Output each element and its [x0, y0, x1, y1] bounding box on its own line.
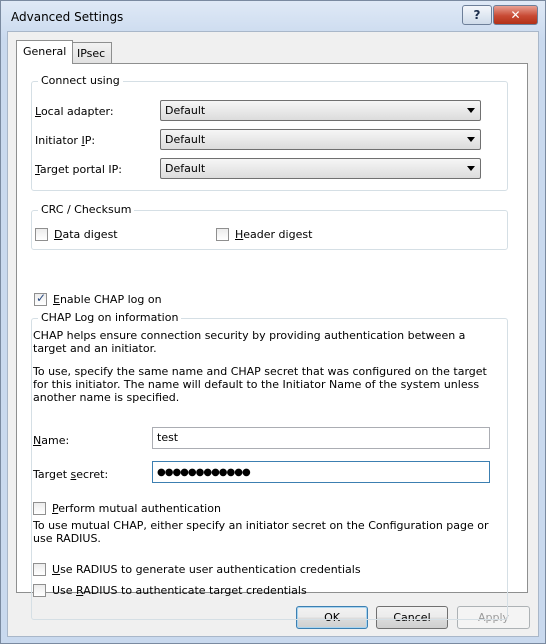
- target-portal-ip-label: Target portal IP:: [35, 163, 122, 176]
- name-label: Name:: [33, 434, 70, 447]
- header-digest-checkbox[interactable]: [216, 228, 229, 241]
- initiator-ip-label: Initiator IP:: [35, 134, 96, 147]
- close-button[interactable]: ✕: [493, 5, 538, 25]
- help-button[interactable]: ?: [462, 5, 492, 25]
- header-digest-label[interactable]: Header digest: [235, 228, 312, 241]
- chap-info-title: CHAP Log on information: [38, 311, 182, 324]
- dialog-client-area: General IPsec Connect using Local adapte…: [7, 31, 539, 637]
- radius-target-label[interactable]: Use RADIUS to authenticate target creden…: [52, 584, 307, 597]
- data-digest-checkbox[interactable]: [35, 228, 48, 241]
- initiator-ip-value: Default: [165, 133, 206, 146]
- target-portal-ip-dropdown[interactable]: Default: [160, 158, 481, 179]
- name-input[interactable]: test: [152, 427, 490, 449]
- name-value: test: [157, 431, 179, 444]
- target-secret-input[interactable]: ●●●●●●●●●●●●: [152, 461, 490, 483]
- local-adapter-label: Local adapter:: [35, 105, 114, 118]
- help-icon: ?: [473, 8, 481, 22]
- mutual-auth-checkbox[interactable]: [33, 502, 46, 515]
- chap-description: CHAP helps ensure connection security by…: [33, 329, 466, 355]
- chevron-down-icon: [467, 166, 475, 171]
- data-digest-label[interactable]: Data digest: [54, 228, 118, 241]
- chevron-down-icon: [467, 137, 475, 142]
- enable-chap-checkbox[interactable]: [34, 291, 47, 306]
- general-tab-panel: Connect using Local adapter: Default Ini…: [16, 63, 528, 620]
- mutual-auth-label[interactable]: Perform mutual authentication: [52, 502, 221, 515]
- mutual-auth-description: To use mutual CHAP, either specify an in…: [33, 519, 489, 545]
- target-secret-label: Target secret:: [33, 468, 109, 481]
- tab-general-label: General: [23, 45, 67, 58]
- chap-info-group: CHAP Log on information CHAP helps ensur…: [31, 311, 508, 620]
- tab-ipsec[interactable]: IPsec: [70, 42, 113, 64]
- tab-general[interactable]: General: [16, 40, 74, 64]
- advanced-settings-dialog: Advanced Settings ? ✕ General IPsec Conn…: [0, 0, 546, 644]
- crc-checksum-group: CRC / Checksum Data digest Header digest: [31, 203, 508, 250]
- radius-target-checkbox[interactable]: [33, 584, 46, 597]
- enable-chap-label[interactable]: Enable CHAP log on: [53, 293, 162, 306]
- tab-ipsec-label: IPsec: [77, 47, 106, 60]
- target-portal-ip-value: Default: [165, 162, 206, 175]
- connect-using-group: Connect using Local adapter: Default Ini…: [31, 74, 508, 191]
- radius-user-checkbox[interactable]: [33, 563, 46, 576]
- window-title: Advanced Settings: [11, 10, 124, 24]
- local-adapter-value: Default: [165, 104, 206, 117]
- radius-user-label[interactable]: Use RADIUS to generate user authenticati…: [52, 563, 361, 576]
- target-secret-value: ●●●●●●●●●●●●: [157, 467, 251, 478]
- local-adapter-dropdown[interactable]: Default: [160, 100, 481, 121]
- chap-usage-description: To use, specify the same name and CHAP s…: [33, 365, 487, 404]
- chevron-down-icon: [467, 108, 475, 113]
- initiator-ip-dropdown[interactable]: Default: [160, 129, 481, 150]
- connect-using-title: Connect using: [38, 74, 123, 87]
- crc-checksum-title: CRC / Checksum: [38, 203, 135, 216]
- close-icon: ✕: [510, 8, 521, 22]
